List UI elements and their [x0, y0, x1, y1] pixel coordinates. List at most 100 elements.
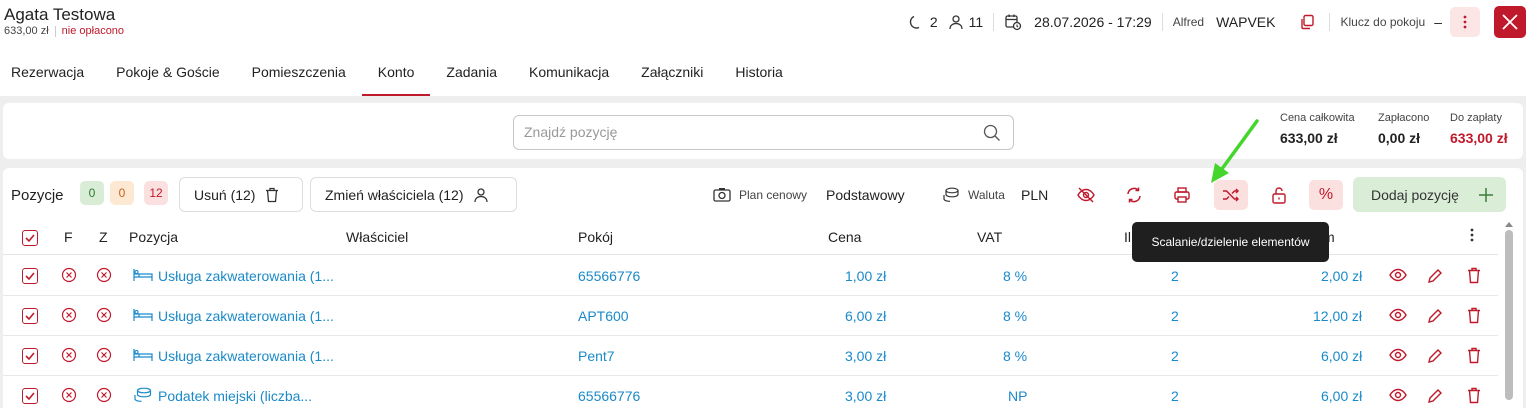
row-room[interactable]: Pent7	[578, 348, 615, 364]
eye-icon[interactable]	[1388, 307, 1408, 323]
x-circle-icon[interactable]	[96, 347, 112, 363]
header-vat[interactable]: VAT	[977, 229, 1002, 245]
pencil-icon[interactable]	[1426, 387, 1444, 405]
discount-button[interactable]: %	[1309, 180, 1343, 210]
tab-pomieszczenia[interactable]: Pomieszczenia	[236, 58, 362, 96]
tooltip: Scalanie/dzielenie elementów	[1132, 222, 1329, 262]
positions-panel: Pozycje 0 0 12 Usuń (12) Zmień właścicie…	[3, 168, 1523, 408]
select-all-checkbox[interactable]	[22, 230, 38, 246]
tab-zadania[interactable]: Zadania	[430, 58, 513, 96]
row-item[interactable]: Usługa zakwaterowania (1...	[158, 348, 334, 364]
row-item[interactable]: Usługa zakwaterowania (1...	[158, 268, 334, 284]
search-input[interactable]: Znajdź pozycję	[513, 115, 1014, 150]
price-plan-label-text: Plan cenowy	[739, 188, 808, 202]
plus-icon	[1479, 187, 1493, 202]
scroll-up-icon[interactable]	[1504, 220, 1514, 228]
more-menu-button[interactable]	[1450, 7, 1480, 37]
eye-icon[interactable]	[1388, 347, 1408, 363]
row-item[interactable]: Usługa zakwaterowania (1...	[158, 308, 334, 324]
price-plan-label: Plan cenowy	[713, 187, 807, 203]
x-circle-icon[interactable]	[61, 347, 77, 363]
row-quantity: 2	[1171, 268, 1179, 284]
table-row[interactable]: Usługa zakwaterowania (1... APT600 6,00 …	[3, 296, 1498, 336]
table-row[interactable]: Usługa zakwaterowania (1... 65566776 1,0…	[3, 256, 1498, 296]
row-room[interactable]: 65566776	[578, 388, 640, 404]
guest-amount: 633,00 zł	[4, 25, 49, 37]
hide-button[interactable]	[1069, 180, 1103, 210]
x-circle-icon[interactable]	[61, 267, 77, 283]
x-circle-icon[interactable]	[96, 307, 112, 323]
unlock-button[interactable]	[1262, 180, 1296, 210]
add-position-button[interactable]: Dodaj pozycję	[1353, 177, 1506, 212]
trash-icon[interactable]	[1467, 387, 1481, 404]
trash-icon[interactable]	[1467, 307, 1481, 324]
close-button[interactable]	[1494, 6, 1526, 38]
row-room[interactable]: 65566776	[578, 268, 640, 284]
tab-konto[interactable]: Konto	[361, 58, 431, 96]
row-room[interactable]: APT600	[578, 308, 629, 324]
badge-orange: 0	[110, 181, 134, 205]
eye-icon[interactable]	[1388, 387, 1408, 403]
annotation-arrow	[1211, 119, 1259, 183]
header-quantity[interactable]: Il	[1124, 229, 1131, 245]
check-icon	[25, 312, 35, 321]
coins-icon	[134, 387, 152, 402]
person-icon	[474, 187, 489, 202]
header-price[interactable]: Cena	[828, 229, 861, 245]
table-scrollbar[interactable]	[1504, 218, 1514, 408]
tab-komunikacja[interactable]: Komunikacja	[513, 58, 625, 96]
header-f: F	[64, 229, 73, 245]
row-quantity: 2	[1171, 388, 1179, 404]
columns-menu-button[interactable]	[1469, 227, 1475, 246]
row-checkbox[interactable]	[22, 268, 38, 284]
row-sum: 2,00 zł	[1321, 268, 1363, 284]
eye-icon[interactable]	[1388, 267, 1408, 283]
shuffle-icon	[1223, 188, 1239, 202]
badge-red: 12	[144, 181, 168, 205]
header-item[interactable]: Pozycja	[129, 229, 178, 245]
row-item[interactable]: Podatek miejski (liczba...	[158, 388, 312, 404]
x-circle-icon[interactable]	[61, 307, 77, 323]
check-icon	[25, 392, 35, 401]
refresh-button[interactable]	[1117, 180, 1151, 210]
tab-pokoje-goscie[interactable]: Pokoje & Goście	[100, 58, 236, 96]
scroll-thumb[interactable]	[1505, 230, 1513, 400]
table-row[interactable]: Usługa zakwaterowania (1... Pent7 3,00 z…	[3, 336, 1498, 376]
x-circle-icon[interactable]	[96, 267, 112, 283]
row-checkbox[interactable]	[22, 348, 38, 364]
bed-icon	[133, 269, 153, 281]
x-circle-icon[interactable]	[61, 387, 77, 403]
pencil-icon[interactable]	[1426, 347, 1444, 365]
row-checkbox[interactable]	[22, 388, 38, 404]
add-position-label: Dodaj pozycję	[1371, 186, 1459, 203]
table-row[interactable]: Podatek miejski (liczba... 65566776 3,00…	[3, 376, 1498, 408]
header-info: 2 11 28.07.2026 - 17:29 Alfred WAPVEK Kl…	[908, 6, 1526, 38]
row-sum: 6,00 zł	[1321, 348, 1363, 364]
x-circle-icon[interactable]	[96, 387, 112, 403]
print-button[interactable]	[1165, 180, 1199, 210]
currency-value[interactable]: PLN	[1021, 187, 1048, 203]
tab-zalaczniki[interactable]: Załączniki	[625, 58, 719, 96]
camera-icon	[713, 188, 731, 202]
trash-icon[interactable]	[1467, 267, 1481, 284]
tab-rezerwacja[interactable]: Rezerwacja	[0, 58, 100, 96]
row-quantity: 2	[1171, 308, 1179, 324]
pencil-icon[interactable]	[1426, 307, 1444, 325]
row-checkbox[interactable]	[22, 308, 38, 324]
trash-icon[interactable]	[1467, 347, 1481, 364]
check-icon	[25, 352, 35, 361]
person-icon	[948, 14, 964, 30]
due-amount: Do zapłaty 633,00 zł	[1450, 112, 1508, 146]
paid-value: 0,00 zł	[1378, 130, 1421, 146]
header-owner[interactable]: Właściciel	[346, 229, 408, 245]
pencil-icon[interactable]	[1426, 267, 1444, 285]
row-price: 3,00 zł	[845, 348, 887, 364]
printer-icon	[1174, 187, 1190, 203]
tab-historia[interactable]: Historia	[719, 58, 798, 96]
copy-icon[interactable]	[1299, 14, 1315, 30]
header-room[interactable]: Pokój	[578, 229, 613, 245]
price-plan-value[interactable]: Podstawowy	[826, 187, 905, 203]
total-price-label: Cena całkowita	[1280, 112, 1355, 124]
change-owner-button[interactable]: Zmień właściciela (12)	[310, 177, 517, 212]
delete-button[interactable]: Usuń (12)	[179, 177, 303, 212]
